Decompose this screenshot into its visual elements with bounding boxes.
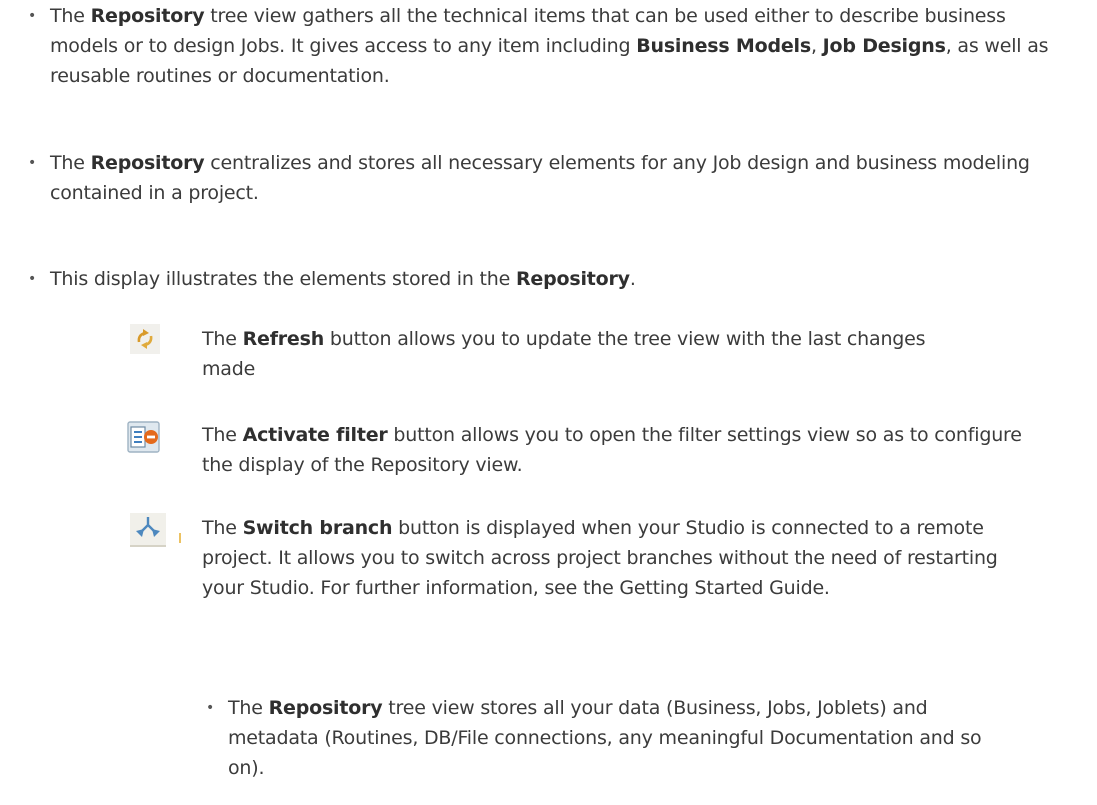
bold-term: Repository (268, 697, 383, 719)
bold-term: Business Models (636, 35, 811, 57)
bold-term: Job Designs (822, 35, 946, 57)
paragraph-refresh-button: The Refresh button allows you to update … (202, 324, 942, 384)
bold-term: Refresh (242, 328, 325, 350)
paragraph-repository-stores-data: The Repository tree view stores all your… (228, 693, 1018, 783)
text: The (228, 697, 269, 719)
text: The (202, 328, 243, 350)
paragraph-repository-centralizes: The Repository centralizes and stores al… (50, 148, 1070, 208)
text: The (50, 152, 91, 174)
paragraph-repository-tree-view: The Repository tree view gathers all the… (50, 1, 1070, 91)
bold-term: Repository (515, 268, 630, 290)
bold-term: Repository (90, 152, 205, 174)
bullet-marker: • (28, 8, 37, 24)
bullet-marker: • (206, 700, 215, 716)
refresh-icon (130, 324, 160, 354)
paragraph-activate-filter-button: The Activate filter button allows you to… (202, 420, 1022, 480)
text: . (629, 268, 636, 290)
switch-branch-icon (130, 513, 188, 547)
bullet-marker: • (28, 271, 37, 287)
text: The (202, 424, 243, 446)
bold-term: Activate filter (242, 424, 388, 446)
activate-filter-icon (127, 421, 160, 453)
text: , (810, 35, 823, 57)
bold-term: Switch branch (242, 517, 393, 539)
text: The (50, 5, 91, 27)
paragraph-switch-branch-button: The Switch branch button is displayed wh… (202, 513, 1042, 603)
text: This display illustrates the elements st… (50, 268, 516, 290)
bullet-marker: • (28, 155, 37, 171)
bold-term: Repository (90, 5, 205, 27)
paragraph-display-illustrates: This display illustrates the elements st… (50, 264, 1070, 294)
text: The (202, 517, 243, 539)
